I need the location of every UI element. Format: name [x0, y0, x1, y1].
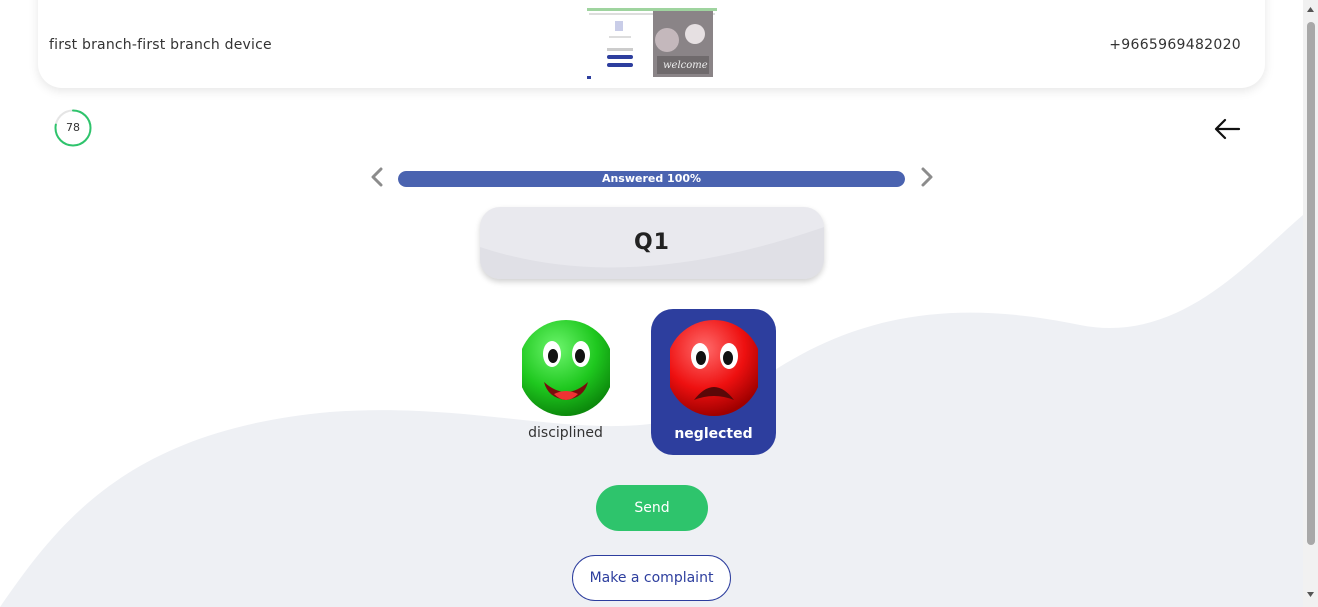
- question-title: Q1: [633, 230, 670, 255]
- question-card: Q1: [480, 207, 824, 279]
- vertical-scrollbar[interactable]: [1303, 0, 1318, 607]
- back-arrow-icon[interactable]: [1213, 117, 1241, 141]
- sad-red-face-icon: [670, 320, 758, 416]
- progress-label: Answered 100%: [601, 172, 702, 185]
- scroll-up-arrow-icon[interactable]: [1306, 5, 1315, 14]
- phone-number: +9665969482020: [1109, 37, 1241, 53]
- scroll-down-arrow-icon[interactable]: [1306, 590, 1315, 599]
- branch-device-label: first branch-first branch device: [49, 37, 272, 53]
- next-question-chevron-icon[interactable]: [917, 165, 937, 189]
- scrollbar-thumb[interactable]: [1307, 22, 1315, 545]
- option-label: neglected: [674, 426, 753, 442]
- progress-bar: Answered 100%: [398, 171, 905, 187]
- score-value: 78: [66, 121, 80, 134]
- survey-preview-thumbnail: welcome: [587, 8, 717, 79]
- option-disciplined[interactable]: disciplined: [503, 309, 628, 455]
- make-complaint-button[interactable]: Make a complaint: [572, 555, 731, 601]
- thumbnail-caption: welcome: [663, 60, 708, 71]
- score-ring: 78: [54, 109, 92, 147]
- send-button[interactable]: Send: [596, 485, 708, 531]
- header-card: first branch-first branch device welcome…: [38, 0, 1265, 88]
- happy-green-face-icon: [522, 320, 610, 416]
- previous-question-chevron-icon[interactable]: [367, 165, 387, 189]
- option-label: disciplined: [528, 425, 603, 441]
- option-neglected[interactable]: neglected: [651, 309, 776, 455]
